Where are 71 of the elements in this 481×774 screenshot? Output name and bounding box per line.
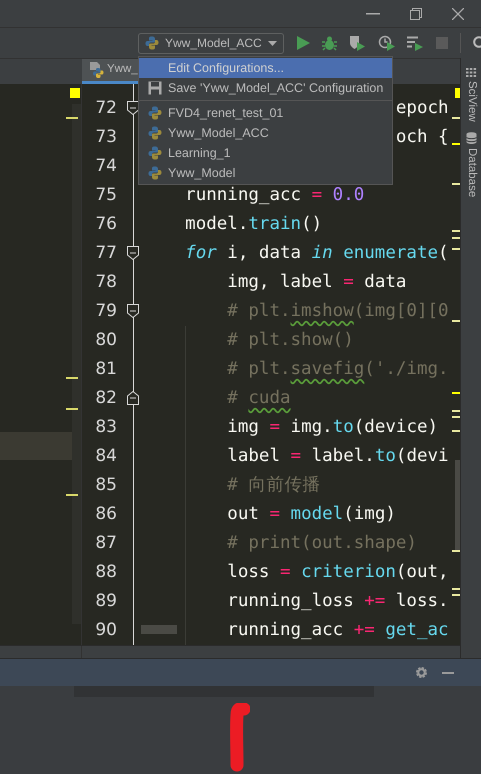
python-file-icon [89,62,104,78]
run-configuration-dropdown[interactable]: Yww_Model_ACC [138,32,284,54]
python-icon [148,126,162,140]
database-icon [466,132,476,144]
clock-run-icon[interactable] [378,35,395,51]
python-icon [148,146,162,160]
run-icon[interactable] [296,36,310,50]
fold-marker-icon[interactable] [127,246,139,260]
line-number: 82 [94,386,117,410]
code-line: # print(out.shape) [227,532,417,556]
menu-item[interactable]: Yww_Model [139,163,392,183]
line-number: 90 [94,618,117,642]
code-line: running_loss += loss. [227,590,449,614]
menu-item[interactable]: Learning_1 [139,143,392,163]
menu-item[interactable]: FVD4_renet_test_01 [139,103,392,123]
code-line: label = label.to(devi [227,445,449,468]
code-line: # plt.imshow(img[0][0 [227,300,449,324]
code-line: img = img.to(device) [227,416,438,440]
caret-icon [268,40,277,46]
line-number: 76 [94,212,117,236]
line-number: 88 [94,560,117,584]
menu-item[interactable]: Yww_Model_ACC [139,123,392,143]
line-number: 78 [94,270,117,294]
code-line: # plt.show() [227,329,354,352]
code-line: epoch [396,97,449,120]
line-number: 87 [94,532,117,555]
code-line: # plt.savefig('./img. [227,358,449,382]
line-number: 85 [94,474,117,497]
line-number: 81 [94,358,117,381]
line-number: 89 [94,590,117,613]
settings-icon[interactable] [415,666,428,679]
code-line: # 向前传播 [227,474,320,498]
horizontal-scrollbar[interactable] [141,625,177,634]
bug-icon[interactable] [322,36,337,50]
line-number: 86 [94,502,117,526]
fold-marker-icon[interactable] [127,391,139,405]
python-icon [148,106,162,120]
line-number: 74 [94,154,117,178]
line-number: 72 [94,96,117,120]
fold-marker-icon[interactable] [127,101,139,115]
line-number: 79 [94,300,117,323]
line-number: 80 [94,328,117,352]
line-number: 83 [94,416,117,439]
annotation-stroke [230,703,250,772]
close-icon[interactable] [452,8,464,20]
fold-marker-icon[interactable] [127,304,139,318]
code-line: out = model(img) [227,503,396,526]
code-line: loss = criterion(out, [227,561,449,584]
line-number: 73 [94,126,117,149]
code-line: running_acc += get_ac [227,619,449,642]
save-icon [148,81,162,95]
minimize-icon[interactable] [442,672,454,674]
code-line: model.train() [185,213,322,236]
python-icon [145,36,159,50]
restore-icon[interactable] [410,8,422,20]
minimize-icon[interactable] [366,12,380,14]
shield-run-icon[interactable] [348,35,366,51]
menu-item[interactable]: Edit Configurations... [139,58,392,78]
tool-window-tab[interactable]: SciView [465,68,477,122]
line-number: 77 [94,242,117,265]
tool-window-tab[interactable]: Database [465,132,477,197]
grid-icon [466,68,476,77]
code-line: running_acc = 0.0 [185,184,364,208]
code-line: # cuda [227,387,291,410]
python-icon [148,166,162,180]
line-number: 75 [94,184,117,207]
code-line: for i, data in enumerate( [185,242,449,266]
line-number: 84 [94,444,117,468]
list-run-icon[interactable] [406,36,424,50]
code-line: och { [396,126,449,150]
code-line: img, label = data [227,271,406,294]
